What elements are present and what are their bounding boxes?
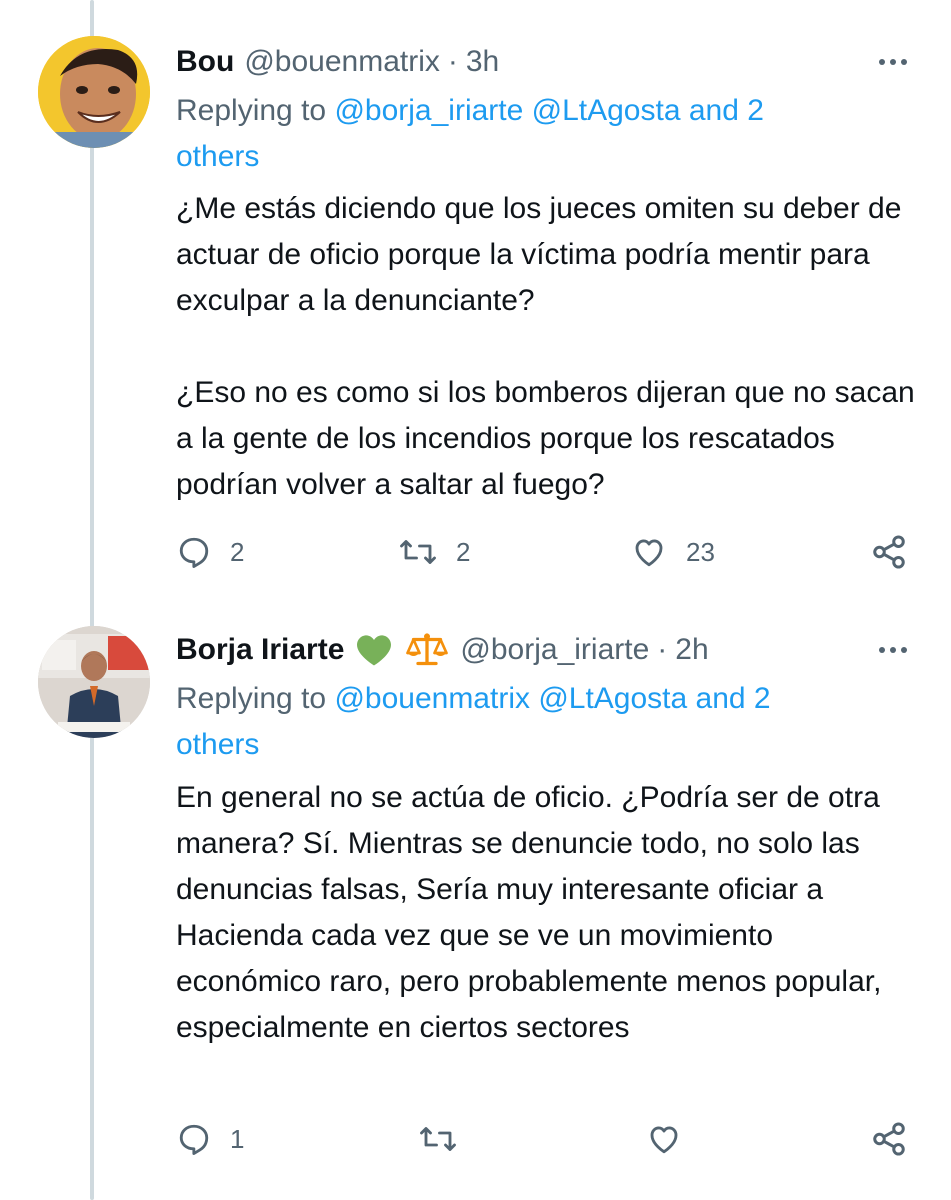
display-name[interactable]: Bou bbox=[176, 45, 234, 79]
avatar-image bbox=[38, 626, 150, 738]
tweet-header: Bou @bouenmatrix · 3h bbox=[176, 42, 499, 82]
timestamp[interactable]: 3h bbox=[466, 45, 499, 79]
share-icon bbox=[873, 535, 905, 569]
separator: · bbox=[447, 45, 458, 78]
user-handle[interactable]: @bouenmatrix bbox=[244, 45, 440, 79]
others-link[interactable]: others bbox=[176, 728, 259, 761]
mention-link[interactable]: @bouenmatrix @LtAgosta and 2 bbox=[334, 682, 770, 715]
retweet-count: 2 bbox=[456, 536, 471, 567]
like-button[interactable] bbox=[645, 1117, 701, 1161]
avatar-image bbox=[38, 36, 150, 148]
others-link[interactable]: others bbox=[176, 140, 259, 173]
share-icon bbox=[873, 1122, 905, 1156]
action-bar: 1 bbox=[0, 1117, 951, 1161]
reply-icon bbox=[179, 537, 209, 568]
reply-button[interactable]: 1 bbox=[176, 1117, 244, 1161]
avatar[interactable] bbox=[38, 36, 150, 148]
like-count: 23 bbox=[686, 536, 715, 567]
heart-icon bbox=[650, 1126, 678, 1154]
green-heart-icon bbox=[354, 633, 394, 667]
separator: · bbox=[657, 633, 668, 666]
timestamp[interactable]: 2h bbox=[675, 633, 708, 667]
avatar[interactable] bbox=[38, 626, 150, 738]
like-button[interactable]: 23 bbox=[630, 530, 715, 574]
reply-count: 2 bbox=[230, 536, 245, 567]
retweet-icon bbox=[400, 540, 436, 564]
balance-scale-icon bbox=[406, 632, 449, 668]
tweet-paragraph: ¿Eso no es como si los bomberos dijeran … bbox=[176, 376, 915, 501]
replying-to-prefix: Replying to bbox=[176, 682, 327, 715]
tweet-text: ¿Me estás diciendo que los jueces omiten… bbox=[176, 186, 916, 508]
tweet-paragraph: ¿Me estás diciendo que los jueces omiten… bbox=[176, 192, 902, 317]
tweet[interactable]: Borja Iriarte @borja_iriarte · 2h Replyi… bbox=[0, 600, 951, 1200]
user-handle[interactable]: @borja_iriarte bbox=[460, 633, 649, 667]
replying-to: Replying to @bouenmatrix @LtAgosta and 2… bbox=[176, 676, 866, 768]
tweet-header: Borja Iriarte @borja_iriarte · 2h bbox=[176, 630, 709, 670]
replying-to: Replying to @borja_iriarte @LtAgosta and… bbox=[176, 88, 866, 180]
mention-link[interactable]: @borja_iriarte @LtAgosta and 2 bbox=[334, 94, 763, 127]
reply-count: 1 bbox=[230, 1123, 245, 1154]
more-options-icon[interactable] bbox=[873, 42, 913, 82]
share-button[interactable] bbox=[870, 530, 908, 574]
retweet-button[interactable]: 2 bbox=[398, 530, 470, 574]
heart-icon bbox=[635, 539, 663, 567]
display-name[interactable]: Borja Iriarte bbox=[176, 633, 344, 667]
tweet[interactable]: Bou @bouenmatrix · 3h Replying to @borja… bbox=[0, 0, 951, 600]
reply-icon bbox=[179, 1124, 209, 1155]
share-button[interactable] bbox=[870, 1117, 908, 1161]
retweet-icon bbox=[420, 1127, 456, 1151]
reply-button[interactable]: 2 bbox=[176, 530, 244, 574]
tweet-paragraph: En general no se actúa de oficio. ¿Podrí… bbox=[176, 781, 882, 1044]
replying-to-prefix: Replying to bbox=[176, 94, 327, 127]
more-options-icon[interactable] bbox=[873, 630, 913, 670]
retweet-button[interactable] bbox=[418, 1117, 476, 1161]
action-bar: 2 2 23 bbox=[0, 530, 951, 574]
tweet-text: En general no se actúa de oficio. ¿Podrí… bbox=[176, 775, 916, 1051]
